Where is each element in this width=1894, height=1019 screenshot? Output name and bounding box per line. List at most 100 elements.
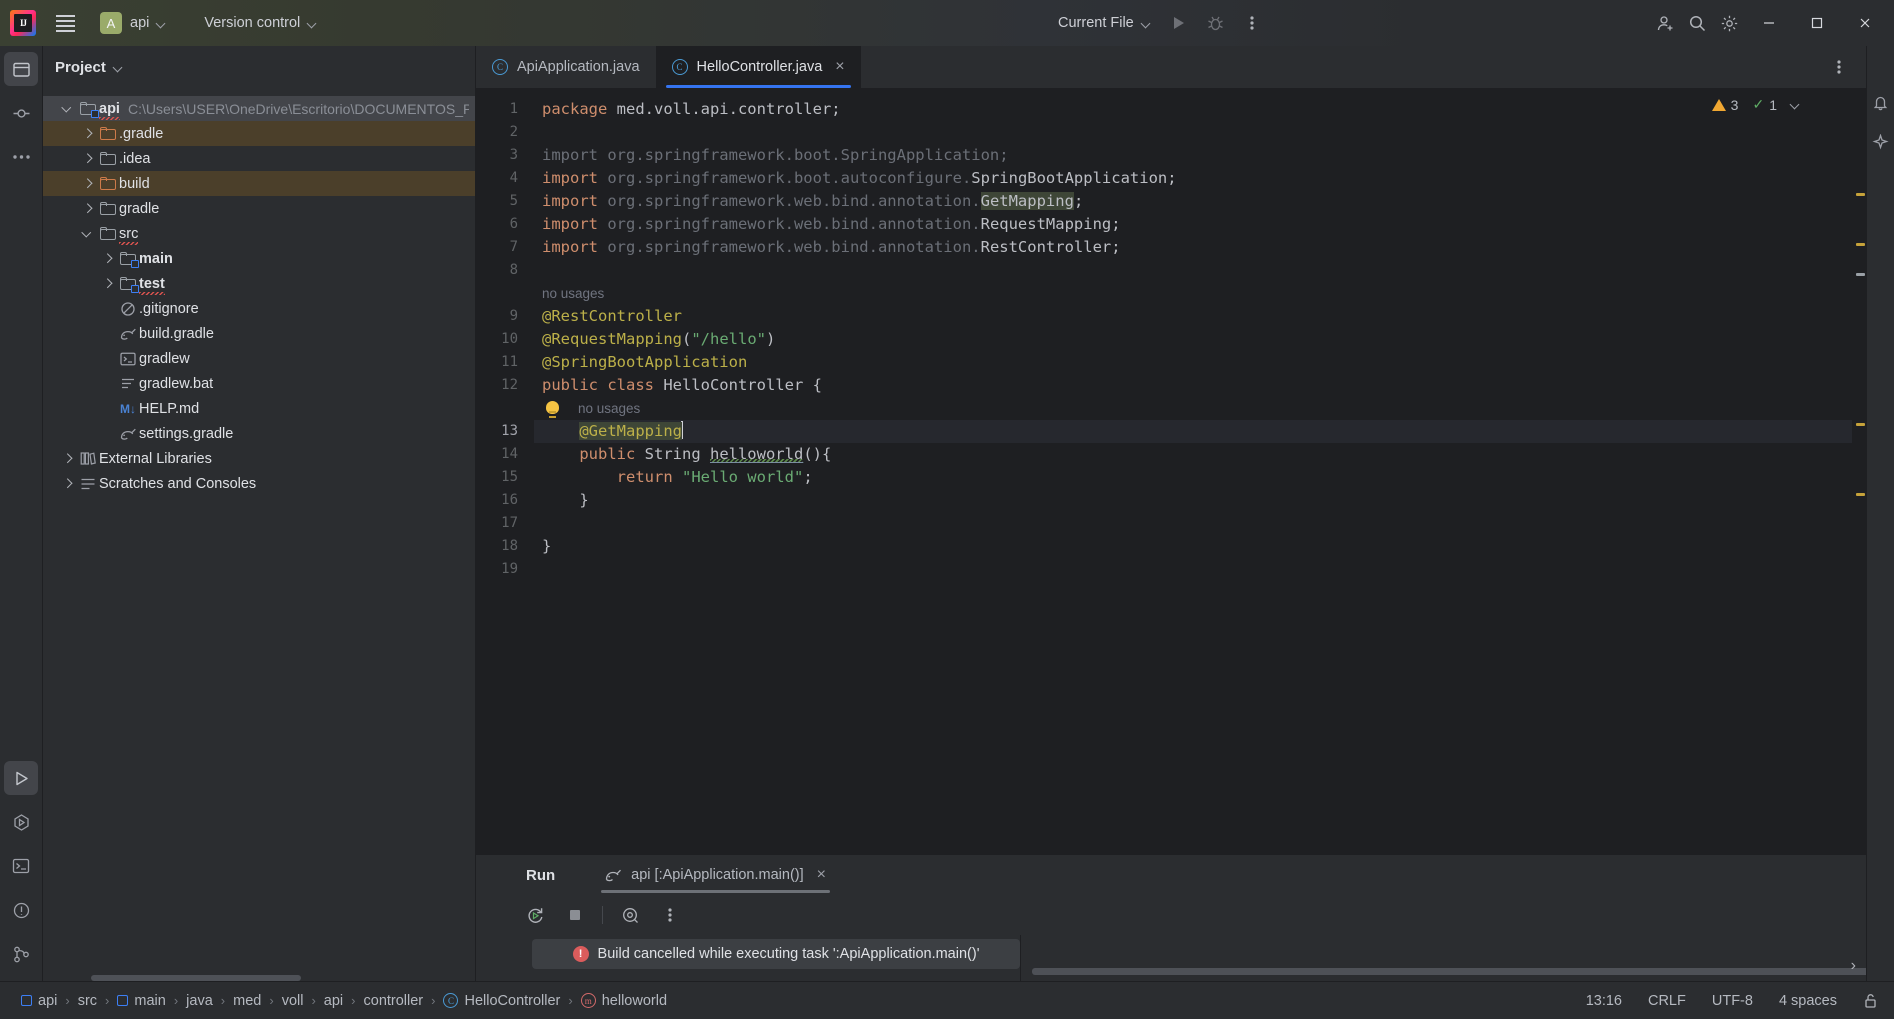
indent-setting[interactable]: 4 spaces — [1779, 993, 1837, 1009]
gutter-line-number[interactable]: 15 — [476, 466, 534, 489]
run-tool-button[interactable] — [4, 761, 38, 795]
search-icon[interactable] — [1682, 8, 1712, 38]
hamburger-menu-icon[interactable] — [48, 6, 82, 40]
gutter-line-number[interactable]: 7 — [476, 236, 534, 259]
settings-icon[interactable] — [1714, 8, 1744, 38]
file-encoding[interactable]: UTF-8 — [1712, 993, 1753, 1009]
tree-node-help-md[interactable]: M↓ HELP.md — [43, 396, 475, 421]
breadcrumb-item-hellocontroller[interactable]: C HelloController — [436, 993, 567, 1009]
breadcrumb-item-java[interactable]: java — [179, 993, 220, 1009]
stripe-marker-warning[interactable] — [1856, 493, 1865, 496]
caret-position[interactable]: 13:16 — [1586, 993, 1622, 1009]
gutter-line-number[interactable]: 5 — [476, 190, 534, 213]
output-hscrollbar[interactable] — [1032, 968, 1866, 975]
chevron-right-icon[interactable] — [57, 480, 77, 488]
line-separator[interactable]: CRLF — [1648, 993, 1686, 1009]
gutter-line-number[interactable]: 13 — [476, 420, 534, 443]
gutter-line-number[interactable]: 3 — [476, 144, 534, 167]
breadcrumb-item-src[interactable]: src — [71, 993, 104, 1009]
breadcrumb-item-med[interactable]: med — [226, 993, 268, 1009]
code-content[interactable]: package med.voll.api.controller; import … — [534, 88, 1852, 854]
run-session-tab[interactable]: api [:ApiApplication.main()] × — [593, 855, 838, 895]
gutter-line-number[interactable]: 4 — [476, 167, 534, 190]
tree-node-settings-gradle[interactable]: settings.gradle — [43, 421, 475, 446]
chevron-right-icon[interactable] — [77, 155, 97, 163]
stop-icon[interactable] — [562, 902, 588, 928]
close-session-icon[interactable]: × — [813, 867, 826, 883]
tree-node-external-libraries[interactable]: External Libraries — [43, 446, 475, 471]
maximize-button[interactable] — [1794, 0, 1840, 46]
chevron-down-icon[interactable] — [77, 230, 97, 238]
ai-assistant-icon[interactable] — [1869, 130, 1893, 154]
tree-node-gradle[interactable]: gradle — [43, 196, 475, 221]
chevron-down-icon[interactable] — [1791, 100, 1800, 109]
breadcrumb-item-voll[interactable]: voll — [275, 993, 311, 1009]
rerun-icon[interactable] — [522, 902, 548, 928]
inspection-ok[interactable]: ✓ 1 — [1752, 96, 1777, 113]
tree-node-gradlew[interactable]: gradlew — [43, 346, 475, 371]
filter-output-icon[interactable] — [617, 902, 643, 928]
read-only-lock-icon[interactable] — [1863, 993, 1878, 1009]
tree-node-gradle[interactable]: .gradle — [43, 121, 475, 146]
gutter-line-number[interactable]: 17 — [476, 512, 534, 535]
more-tool-windows-button[interactable] — [4, 140, 38, 174]
tree-node-gradlew-bat[interactable]: gradlew.bat — [43, 371, 475, 396]
debug-button[interactable] — [1201, 8, 1231, 38]
gutter-line-number[interactable]: 18 — [476, 535, 534, 558]
editor-gutter[interactable]: 1 2 3 4 5 6 7 8 9 10 11 12 13 14 15 16 17 18 19 — [476, 88, 534, 854]
gutter-line-number[interactable]: 10 — [476, 328, 534, 351]
chevron-down-icon[interactable] — [114, 63, 123, 72]
notifications-icon[interactable] — [1869, 90, 1893, 114]
version-control-menu[interactable]: Version control — [196, 12, 325, 34]
minimize-button[interactable] — [1746, 0, 1792, 46]
chevron-right-icon[interactable] — [77, 130, 97, 138]
inspection-warnings[interactable]: 3 — [1711, 97, 1738, 113]
account-icon[interactable] — [1650, 8, 1680, 38]
build-status-message[interactable]: ! Build cancelled while executing task '… — [532, 939, 1020, 969]
intention-bulb-icon[interactable] — [546, 401, 559, 418]
tree-node-test[interactable]: test — [43, 271, 475, 296]
gutter-line-number[interactable]: 11 — [476, 351, 534, 374]
method-usage-hint[interactable]: no usages — [534, 397, 1852, 420]
stripe-marker-warning[interactable] — [1856, 423, 1865, 426]
expand-right-icon[interactable]: › — [1851, 957, 1856, 975]
gutter-line-number[interactable]: 1 — [476, 98, 534, 121]
run-output-area[interactable]: ! Build cancelled while executing task '… — [476, 935, 1866, 981]
project-tree-hscrollbar[interactable] — [91, 975, 301, 981]
editor-tab-hellocontroller[interactable]: C HelloController.java × — [655, 46, 861, 88]
chevron-right-icon[interactable] — [77, 205, 97, 213]
tree-node-main[interactable]: main — [43, 246, 475, 271]
breadcrumb[interactable]: api › src › main › java › med › voll › api › controlle… — [14, 993, 674, 1009]
commit-tool-button[interactable] — [4, 96, 38, 130]
breadcrumb-item-main[interactable]: main — [110, 993, 172, 1009]
tree-node-build-gradle[interactable]: build.gradle — [43, 321, 475, 346]
editor-options-icon[interactable] — [1824, 52, 1854, 82]
terminal-tool-button[interactable] — [4, 849, 38, 883]
chevron-down-icon[interactable] — [57, 105, 77, 113]
tree-node-src[interactable]: src — [43, 221, 475, 246]
breadcrumb-item-api[interactable]: api — [14, 993, 64, 1009]
tree-node-build[interactable]: build — [43, 171, 475, 196]
more-options-icon[interactable] — [657, 902, 683, 928]
chevron-right-icon[interactable] — [97, 280, 117, 288]
breadcrumb-item-helloworld[interactable]: m helloworld — [574, 993, 674, 1009]
gutter-line-number[interactable]: 2 — [476, 121, 534, 144]
stripe-marker-info[interactable] — [1856, 273, 1865, 276]
chevron-right-icon[interactable] — [57, 455, 77, 463]
breadcrumb-item-api[interactable]: api — [317, 993, 350, 1009]
close-tab-icon[interactable]: × — [831, 59, 844, 75]
gutter-line-number[interactable]: 9 — [476, 305, 534, 328]
class-usage-hint[interactable]: no usages — [534, 282, 1852, 305]
run-configuration-selector[interactable]: Current File — [1050, 11, 1159, 35]
run-button[interactable] — [1165, 8, 1195, 38]
stripe-marker-warning[interactable] — [1856, 193, 1865, 196]
stripe-marker-warning[interactable] — [1856, 243, 1865, 246]
gutter-line-number[interactable]: 19 — [476, 558, 534, 581]
chevron-right-icon[interactable] — [77, 180, 97, 188]
chevron-right-icon[interactable] — [97, 255, 117, 263]
services-tool-button[interactable] — [4, 805, 38, 839]
version-control-tool-button[interactable] — [4, 937, 38, 971]
close-button[interactable] — [1842, 0, 1888, 46]
project-selector[interactable]: A api — [96, 9, 174, 37]
inspections-widget[interactable]: 3 ✓ 1 — [1711, 96, 1800, 113]
